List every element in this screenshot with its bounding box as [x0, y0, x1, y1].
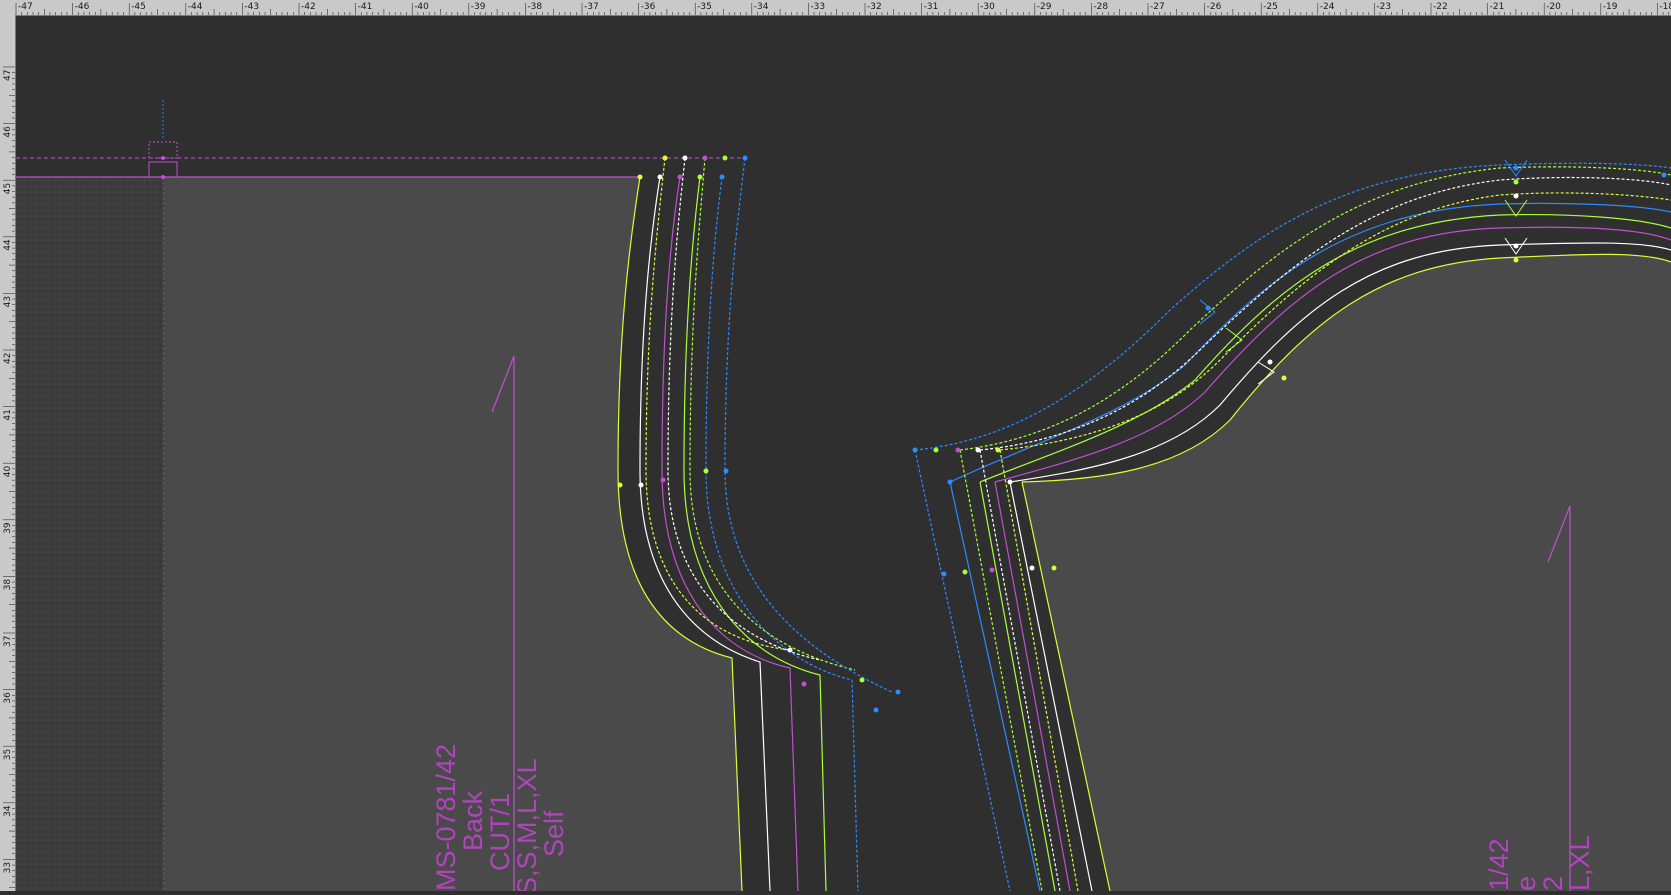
- ruler-tick-label: -41: [358, 2, 373, 12]
- ruler-tick-label: -43: [244, 2, 259, 12]
- ruler-tick-label: -22: [1433, 2, 1448, 12]
- back-size-range: S,S,M,L,XL: [512, 758, 542, 891]
- ruler-tick-label: -36: [641, 2, 656, 12]
- vertical-ruler-scale: 47 46 45 44 43 42 41 40 39 38 37 36 35 34 33: [3, 66, 15, 889]
- ruler-tick-label: 42: [3, 353, 13, 364]
- ruler-tick-label: -34: [754, 2, 769, 12]
- ruler-tick-label: -25: [1263, 2, 1278, 12]
- back-cut-info: CUT/1: [485, 793, 515, 871]
- grid-area: [16, 177, 164, 891]
- front-cut-info: 2: [1538, 876, 1568, 891]
- ruler-tick-label: -26: [1207, 2, 1222, 12]
- ruler-tick-label: -18: [1659, 2, 1671, 12]
- ruler-tick-label: -42: [301, 2, 316, 12]
- ruler-tick-label: 43: [3, 296, 13, 307]
- ruler-tick-label: -29: [1037, 2, 1052, 12]
- grade-point[interactable]: [161, 156, 165, 160]
- front-piece-name: e: [1511, 876, 1541, 891]
- selection-marker-bottom[interactable]: [148, 161, 178, 178]
- back-style-number: MS-0781/42: [431, 744, 461, 891]
- ruler-tick-label: -38: [527, 2, 542, 12]
- ruler-tick-label: 46: [3, 126, 13, 138]
- ruler-tick-label: 34: [3, 805, 13, 817]
- back-piece-name: Back: [458, 790, 488, 851]
- horizontal-ruler[interactable]: -47 -46 -45 -44 -43 -42 -41 -40 -39 -38 -37 -36 -35 -…: [0, 0, 1671, 16]
- pattern-drawing[interactable]: MS-0781/42 Back CUT/1 S,S,M,L,XL Self 1/…: [16, 16, 1671, 891]
- ruler-tick-label: -24: [1320, 2, 1335, 12]
- ruler-tick-label: -46: [75, 2, 90, 12]
- ruler-tick-label: -37: [584, 2, 599, 12]
- ruler-tick-label: 36: [3, 692, 13, 704]
- front-style-number: 1/42: [1484, 838, 1514, 891]
- ruler-tick-label: -31: [924, 2, 939, 12]
- ruler-tick-label: 35: [3, 749, 13, 760]
- ruler-tick-label: -30: [980, 2, 995, 12]
- ruler-tick-label: -27: [1150, 2, 1165, 12]
- front-size-range: L,XL: [1565, 835, 1595, 891]
- ruler-tick-label: 47: [3, 70, 13, 81]
- horizontal-ruler-scale: -47 -46 -45 -44 -43 -42 -41 -40 -39 -38 -37 -36 -35 -…: [15, 2, 1671, 15]
- vertical-ruler[interactable]: 47 46 45 44 43 42 41 40 39 38 37 36 35 34 33: [0, 15, 16, 891]
- ruler-tick-label: -35: [697, 2, 712, 12]
- ruler-tick-label: 39: [3, 522, 13, 534]
- ruler-tick-label: 33: [3, 862, 13, 873]
- ruler-tick-label: 44: [3, 239, 13, 251]
- ruler-tick-label: 41: [3, 409, 13, 420]
- ruler-tick-label: -21: [1490, 2, 1505, 12]
- ruler-tick-label: -28: [1093, 2, 1108, 12]
- ruler-tick-label: 37: [3, 636, 13, 647]
- ruler-tick-label: -40: [414, 2, 429, 12]
- ruler-tick-label: -32: [867, 2, 882, 12]
- ruler-tick-label: -44: [188, 2, 203, 12]
- ruler-tick-label: 45: [3, 183, 13, 194]
- drawing-canvas[interactable]: MS-0781/42 Back CUT/1 S,S,M,L,XL Self 1/…: [16, 16, 1671, 891]
- ruler-tick-label: 38: [3, 579, 13, 591]
- ruler-tick-label: -45: [131, 2, 146, 12]
- ruler-tick-label: -19: [1603, 2, 1618, 12]
- back-fabric: Self: [539, 810, 569, 857]
- ruler-tick-label: -47: [18, 2, 33, 12]
- ruler-tick-label: 40: [3, 465, 13, 477]
- selection-marker-top[interactable]: [148, 141, 178, 159]
- pattern-editor: -47 -46 -45 -44 -43 -42 -41 -40 -39 -38 -37 -36 -35 -…: [0, 0, 1671, 891]
- ruler-tick-label: -39: [471, 2, 486, 12]
- ruler-tick-label: -33: [810, 2, 825, 12]
- ruler-tick-label: -23: [1376, 2, 1391, 12]
- front-piece[interactable]: [1022, 254, 1671, 891]
- ruler-tick-label: -20: [1546, 2, 1561, 12]
- grade-point[interactable]: [161, 175, 165, 179]
